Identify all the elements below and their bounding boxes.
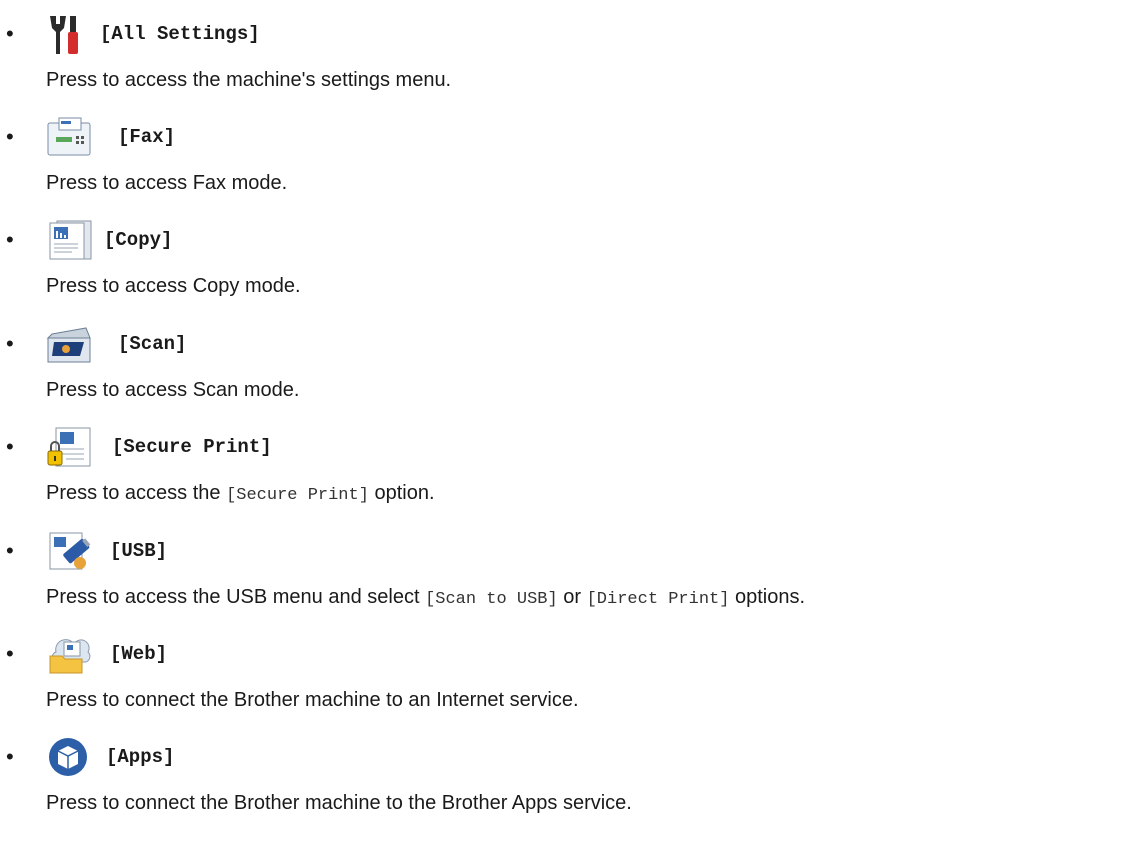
all-settings-description: Press to access the machine's settings m… <box>46 69 452 91</box>
usb-icon[interactable] <box>46 531 92 571</box>
secure-print-icon[interactable] <box>46 427 92 467</box>
usb-description: Press to access the USB menu and select … <box>46 586 805 609</box>
bullet: • <box>6 331 14 356</box>
bullet: • <box>6 538 14 563</box>
bullet: • <box>6 744 14 769</box>
web-icon[interactable] <box>46 634 92 674</box>
direct-print-option: [Direct Print] <box>586 590 730 609</box>
scan-to-usb-option: [Scan to USB] <box>425 590 558 609</box>
apps-icon[interactable] <box>46 737 92 777</box>
apps-label: [Apps] <box>106 746 175 768</box>
fax-description: Press to access Fax mode. <box>46 172 288 194</box>
bullet: • <box>6 434 14 459</box>
bullet: • <box>6 227 14 252</box>
secure-print-label: [Secure Print] <box>112 436 272 458</box>
copy-description: Press to access Copy mode. <box>46 275 301 297</box>
usb-label: [USB] <box>110 540 168 562</box>
bullet: • <box>6 124 14 149</box>
web-label: [Web] <box>110 643 168 665</box>
fax-label: [Fax] <box>118 126 176 148</box>
fax-icon[interactable] <box>46 117 92 157</box>
desc-text: Press to access the USB menu and select <box>46 586 426 608</box>
scan-description: Press to access Scan mode. <box>46 379 300 401</box>
secure-print-description: Press to access the [Secure Print] optio… <box>46 482 435 505</box>
desc-text: or <box>557 586 587 608</box>
scan-label: [Scan] <box>118 333 187 355</box>
desc-text: options. <box>729 586 806 608</box>
all-settings-label: [All Settings] <box>100 23 260 45</box>
bullet: • <box>6 21 14 46</box>
copy-icon[interactable] <box>46 220 92 260</box>
desc-text: option. <box>368 482 435 504</box>
web-description: Press to connect the Brother machine to … <box>46 689 579 711</box>
secure-print-option: [Secure Print] <box>226 486 369 505</box>
tools-icon[interactable] <box>46 14 92 54</box>
scan-icon[interactable] <box>46 324 92 364</box>
apps-description: Press to connect the Brother machine to … <box>46 792 632 814</box>
bullet: • <box>6 641 14 666</box>
copy-label: [Copy] <box>104 229 173 251</box>
desc-text: Press to access the <box>46 482 227 504</box>
